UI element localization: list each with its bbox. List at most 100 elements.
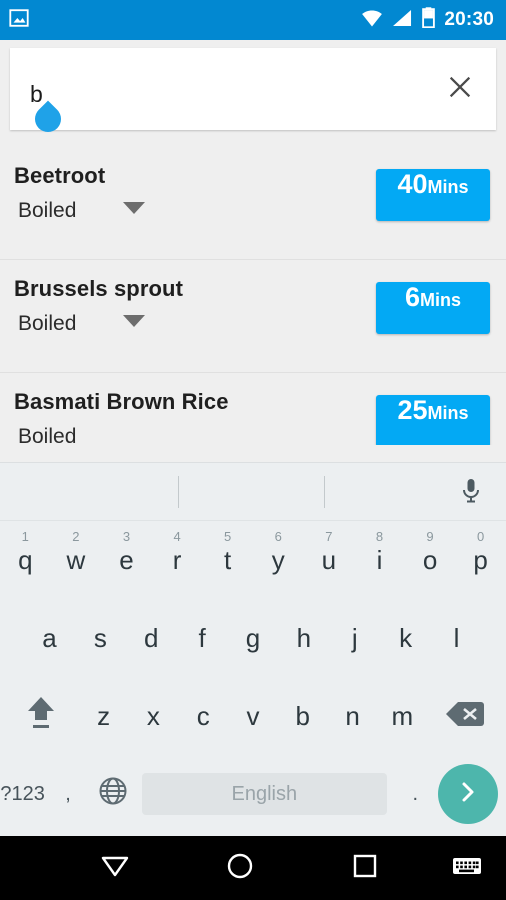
- key-o[interactable]: 9 o: [405, 521, 456, 599]
- search-input[interactable]: b: [30, 71, 438, 108]
- status-bar-notifications: [8, 7, 30, 34]
- key-label: w: [66, 544, 86, 575]
- key-s[interactable]: s: [75, 599, 126, 677]
- key-a[interactable]: a: [24, 599, 75, 677]
- key-hint: 5: [224, 529, 232, 544]
- key-m[interactable]: m: [377, 677, 427, 755]
- close-icon: [446, 73, 474, 106]
- cooking-method-label: Boiled: [18, 425, 77, 445]
- key-n[interactable]: n: [328, 677, 378, 755]
- phone-screen: 20:30 b Beetroot Boiled 40 Mins Brussels…: [0, 0, 506, 900]
- keyboard-row-1: 1 q 2 w 3 e 4 r 5 t 6 y 7 u 8 i 9 o 0 p: [0, 521, 506, 599]
- key-l[interactable]: l: [431, 599, 482, 677]
- image-icon: [8, 7, 30, 34]
- collapse-keyboard-icon: [100, 853, 130, 884]
- cook-time-unit: Mins: [427, 403, 469, 423]
- key-c[interactable]: c: [178, 677, 228, 755]
- key-f[interactable]: f: [177, 599, 228, 677]
- key-label: q: [18, 544, 33, 575]
- suggestion-divider: [178, 476, 179, 508]
- space-key[interactable]: English: [141, 773, 387, 815]
- key-q[interactable]: 1 q: [0, 521, 51, 599]
- food-results-list: Beetroot Boiled 40 Mins Brussels sprout …: [0, 147, 506, 445]
- chevron-down-icon[interactable]: [123, 315, 146, 333]
- period-key[interactable]: .: [393, 755, 438, 833]
- battery-icon: [422, 7, 436, 33]
- suggestion-divider: [324, 476, 325, 508]
- shift-icon: [23, 692, 59, 741]
- chevron-right-icon: [455, 779, 481, 810]
- key-label: o: [422, 544, 438, 575]
- key-label: u: [321, 544, 337, 575]
- key-b[interactable]: b: [278, 677, 328, 755]
- status-bar: 20:30: [0, 0, 506, 40]
- key-hint: 7: [325, 529, 333, 544]
- keyboard-row-2: a s d f g h j k l: [0, 599, 506, 677]
- comma-key[interactable]: ,: [45, 755, 90, 833]
- home-circle-icon: [226, 852, 254, 885]
- status-bar-clock: 20:30: [444, 9, 494, 30]
- key-k[interactable]: k: [380, 599, 431, 677]
- key-hint: 1: [21, 529, 29, 544]
- shift-key[interactable]: [4, 677, 79, 755]
- cooking-method-label: Boiled: [18, 312, 77, 335]
- cooking-method-label: Boiled: [18, 199, 77, 222]
- key-label: p: [473, 544, 488, 575]
- key-r[interactable]: 4 r: [152, 521, 203, 599]
- key-hint: 4: [173, 529, 181, 544]
- key-hint: 2: [72, 529, 80, 544]
- key-h[interactable]: h: [278, 599, 329, 677]
- clear-search-button[interactable]: [438, 67, 482, 111]
- keyboard-switcher-button[interactable]: [428, 855, 506, 882]
- key-hint: 3: [122, 529, 131, 544]
- backspace-key[interactable]: [427, 700, 502, 733]
- signal-icon: [392, 9, 413, 32]
- key-label: e: [119, 544, 134, 575]
- key-j[interactable]: j: [329, 599, 380, 677]
- status-bar-system-icons: 20:30: [361, 7, 494, 33]
- search-field[interactable]: b: [10, 48, 496, 138]
- key-u[interactable]: 7 u: [304, 521, 355, 599]
- back-button[interactable]: [52, 853, 177, 884]
- keyboard-icon: [452, 855, 482, 882]
- key-hint: 8: [375, 529, 384, 544]
- list-item[interactable]: Beetroot Boiled 40 Mins: [0, 147, 506, 260]
- cook-time-button[interactable]: 6 Mins: [376, 282, 490, 334]
- key-y[interactable]: 6 y: [253, 521, 304, 599]
- enter-key[interactable]: [437, 764, 498, 824]
- key-v[interactable]: v: [228, 677, 278, 755]
- key-t[interactable]: 5 t: [202, 521, 253, 599]
- navigation-bar: [0, 836, 506, 900]
- search-container: b: [0, 40, 506, 138]
- backspace-icon: [445, 700, 485, 733]
- key-hint: 6: [274, 529, 282, 544]
- key-g[interactable]: g: [228, 599, 279, 677]
- key-x[interactable]: x: [129, 677, 179, 755]
- keyboard-row-3: z x c v b n m: [0, 677, 506, 755]
- wifi-icon: [361, 9, 383, 32]
- key-p[interactable]: 0 p: [455, 521, 506, 599]
- cook-time-button[interactable]: 25 Mins: [376, 395, 490, 445]
- key-i[interactable]: 8 i: [354, 521, 405, 599]
- list-item[interactable]: Basmati Brown Rice Boiled 25 Mins: [0, 373, 506, 445]
- on-screen-keyboard: 1 q 2 w 3 e 4 r 5 t 6 y 7 u 8 i 9 o 0 p …: [0, 462, 506, 836]
- list-item[interactable]: Brussels sprout Boiled 6 Mins: [0, 260, 506, 373]
- symbols-key[interactable]: ?123: [0, 755, 45, 833]
- voice-input-button[interactable]: [450, 475, 492, 511]
- chevron-down-icon[interactable]: [123, 202, 146, 220]
- cook-time-button[interactable]: 40 Mins: [376, 169, 490, 221]
- key-e[interactable]: 3 e: [101, 521, 152, 599]
- recents-square-icon: [352, 853, 378, 884]
- home-button[interactable]: [177, 852, 302, 885]
- cook-time-value: 40: [397, 169, 428, 199]
- cook-time-unit: Mins: [420, 290, 462, 310]
- language-switch-key[interactable]: [91, 755, 136, 833]
- cook-time-unit: Mins: [427, 177, 469, 197]
- keyboard-row-4: ?123 , English .: [0, 755, 506, 833]
- key-d[interactable]: d: [126, 599, 177, 677]
- key-z[interactable]: z: [79, 677, 129, 755]
- microphone-icon: [460, 477, 482, 510]
- key-w[interactable]: 2 w: [51, 521, 102, 599]
- key-label: y: [271, 544, 285, 575]
- recents-button[interactable]: [303, 853, 428, 884]
